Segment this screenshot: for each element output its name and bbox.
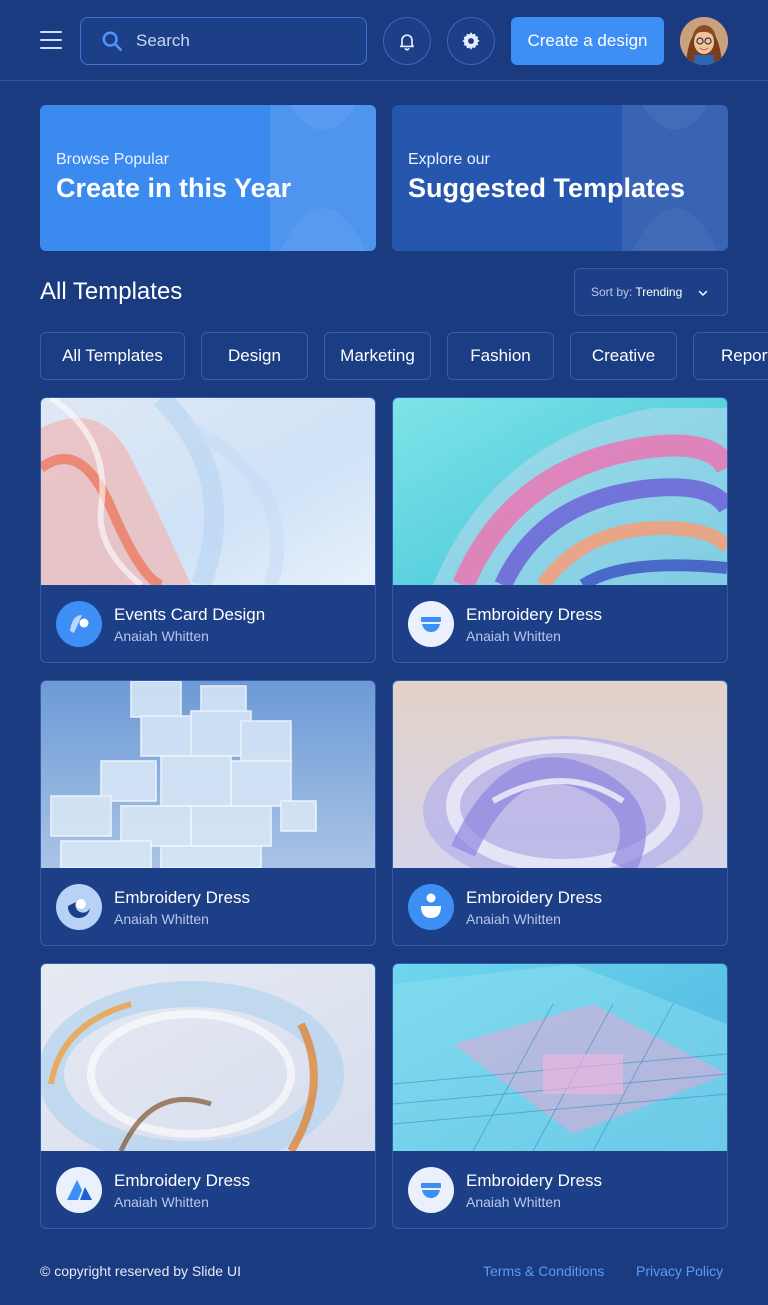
card-author: Anaiah Whitten	[114, 911, 209, 927]
category-filters: All Templates Design Marketing Fashion C…	[40, 332, 768, 380]
brand-logo-icon	[56, 601, 102, 647]
search-box[interactable]	[80, 17, 367, 65]
template-card[interactable]: Embroidery Dress Anaiah Whitten	[392, 397, 728, 663]
template-card[interactable]: Events Card Design Anaiah Whitten	[40, 397, 376, 663]
brand-logo-icon	[408, 884, 454, 930]
template-card[interactable]: Embroidery Dress Anaiah Whitten	[392, 963, 728, 1229]
search-input[interactable]	[136, 18, 356, 64]
card-title: Embroidery Dress	[466, 605, 603, 624]
card-author: Anaiah Whitten	[466, 911, 561, 927]
bell-icon	[399, 34, 415, 51]
template-card[interactable]: Embroidery Dress Anaiah Whitten	[40, 963, 376, 1229]
card-title: Embroidery Dress	[466, 888, 603, 907]
brand-logo-icon	[56, 1167, 102, 1213]
menu-icon[interactable]	[40, 29, 62, 51]
card-author: Anaiah Whitten	[466, 628, 561, 644]
hero-banner-suggested[interactable]: Explore our Suggested Templates	[392, 105, 728, 251]
chip-creative[interactable]: Creative	[570, 332, 677, 380]
notifications-button[interactable]	[383, 17, 431, 65]
hero-banner-popular[interactable]: Browse Popular Create in this Year	[40, 105, 376, 251]
card-info: Events Card Design Anaiah Whitten	[41, 585, 375, 662]
template-thumbnail	[41, 398, 375, 585]
template-thumbnail	[393, 398, 727, 585]
card-info: Embroidery Dress Anaiah Whitten	[393, 1151, 727, 1228]
template-card[interactable]: Embroidery Dress Anaiah Whitten	[40, 680, 376, 946]
terms-link[interactable]: Terms & Conditions	[483, 1263, 604, 1279]
card-title: Embroidery Dress	[466, 1171, 603, 1190]
copyright-text: © copyright reserved by Slide UI	[40, 1263, 241, 1279]
card-info: Embroidery Dress Anaiah Whitten	[393, 868, 727, 945]
hero-title: Create in this Year	[56, 173, 292, 203]
hero-kicker: Browse Popular	[56, 151, 169, 168]
card-title: Embroidery Dress	[114, 888, 251, 907]
sort-value: Trending	[635, 285, 683, 299]
brand-logo-icon	[408, 601, 454, 647]
chip-design[interactable]: Design	[201, 332, 308, 380]
sort-dropdown[interactable]: Sort by: Trending	[574, 268, 728, 316]
card-title: Embroidery Dress	[114, 1171, 251, 1190]
chevron-down-icon	[698, 290, 708, 297]
top-bar: Create a design	[0, 0, 768, 81]
avatar[interactable]	[680, 17, 728, 65]
brand-logo-icon	[56, 884, 102, 930]
settings-button[interactable]	[447, 17, 495, 65]
chip-marketing[interactable]: Marketing	[324, 332, 431, 380]
template-thumbnail	[41, 964, 375, 1151]
card-author: Anaiah Whitten	[466, 1194, 561, 1210]
privacy-link[interactable]: Privacy Policy	[636, 1263, 723, 1279]
card-info: Embroidery Dress Anaiah Whitten	[41, 868, 375, 945]
search-icon	[102, 31, 122, 51]
template-thumbnail	[393, 681, 727, 868]
chip-fashion[interactable]: Fashion	[447, 332, 554, 380]
gear-icon	[462, 32, 480, 50]
chip-all-templates[interactable]: All Templates	[40, 332, 185, 380]
template-thumbnail	[393, 964, 727, 1151]
card-author: Anaiah Whitten	[114, 628, 209, 644]
chip-report[interactable]: Report	[693, 332, 768, 380]
card-info: Embroidery Dress Anaiah Whitten	[393, 585, 727, 662]
sort-label: Sort by:	[591, 285, 633, 299]
card-author: Anaiah Whitten	[114, 1194, 209, 1210]
page-title: All Templates	[40, 278, 183, 305]
hero-title: Suggested Templates	[408, 173, 686, 203]
template-card[interactable]: Embroidery Dress Anaiah Whitten	[392, 680, 728, 946]
hero-kicker: Explore our	[408, 151, 490, 168]
brand-logo-icon	[408, 1167, 454, 1213]
create-design-button[interactable]: Create a design	[511, 17, 664, 65]
card-title: Events Card Design	[114, 605, 266, 624]
template-thumbnail	[41, 681, 375, 868]
card-info: Embroidery Dress Anaiah Whitten	[41, 1151, 375, 1228]
